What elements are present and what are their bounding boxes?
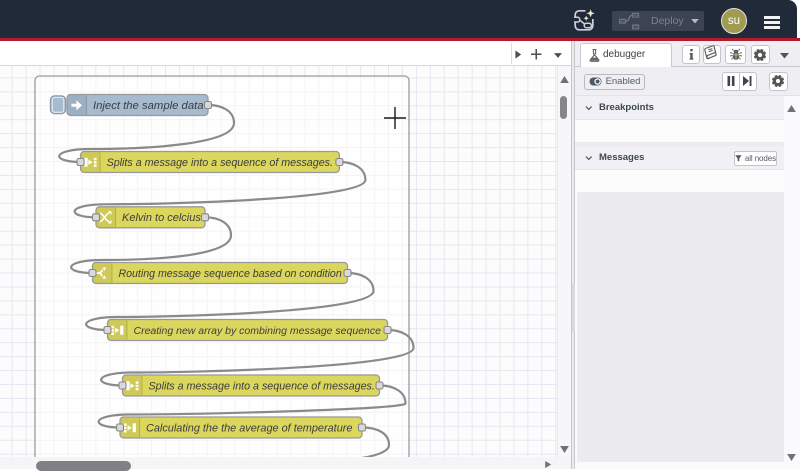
svg-text:Calculating the the average of: Calculating the the average of temperatu… bbox=[146, 422, 352, 434]
svg-text:Splits a message into a sequen: Splits a message into a sequence of mess… bbox=[107, 157, 333, 169]
svg-text:Creating new array by combinin: Creating new array by combining message … bbox=[134, 325, 382, 337]
svg-text:Kelvin to celcius: Kelvin to celcius bbox=[122, 212, 201, 224]
svg-text:Inject the sample data: Inject the sample data bbox=[93, 100, 204, 112]
svg-text:Splits a message into a sequen: Splits a message into a sequence of mess… bbox=[149, 380, 375, 392]
svg-text:Routing message sequence based: Routing message sequence based on condit… bbox=[119, 268, 342, 280]
